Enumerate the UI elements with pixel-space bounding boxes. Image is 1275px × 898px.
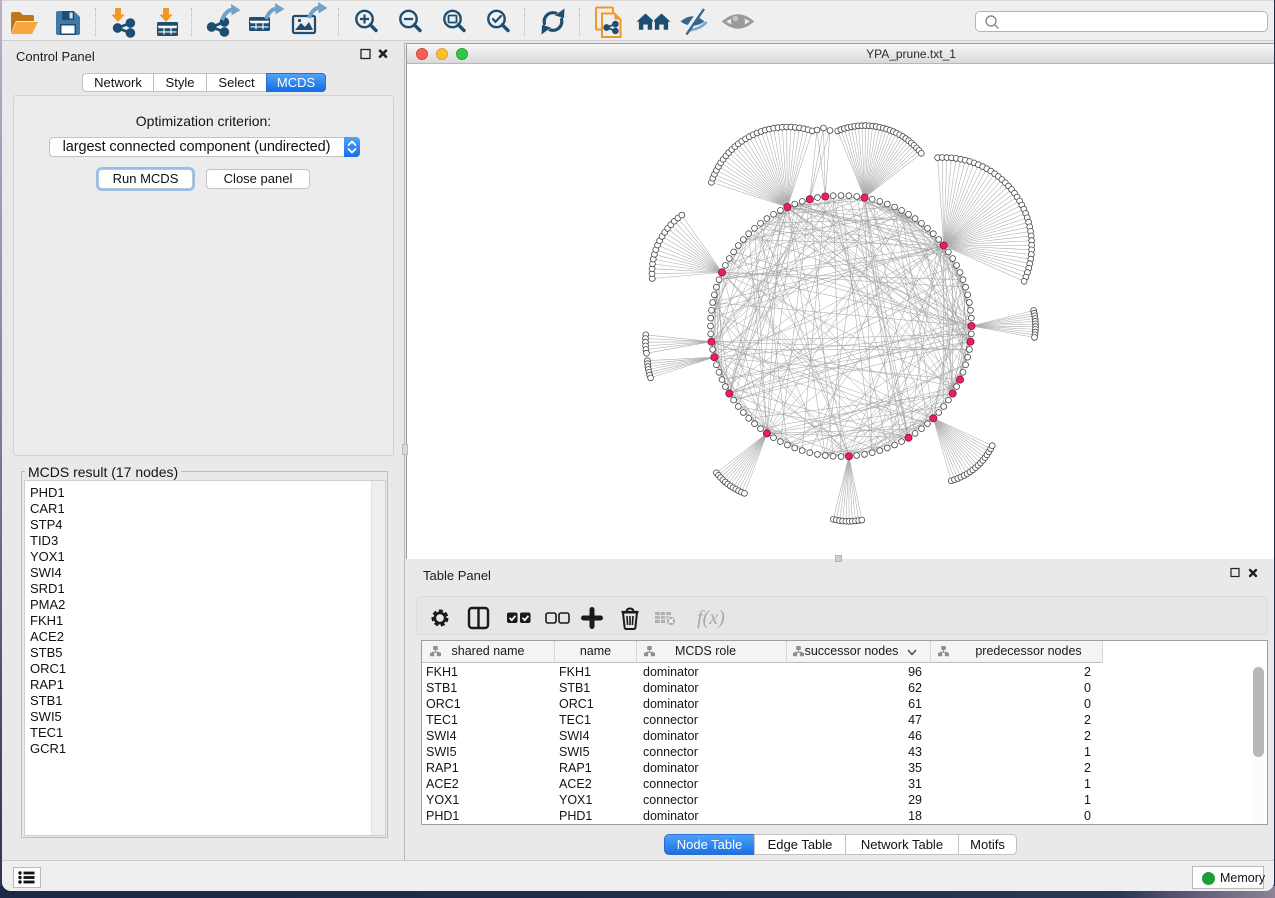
svg-text:f(x): f(x) [697,607,725,629]
